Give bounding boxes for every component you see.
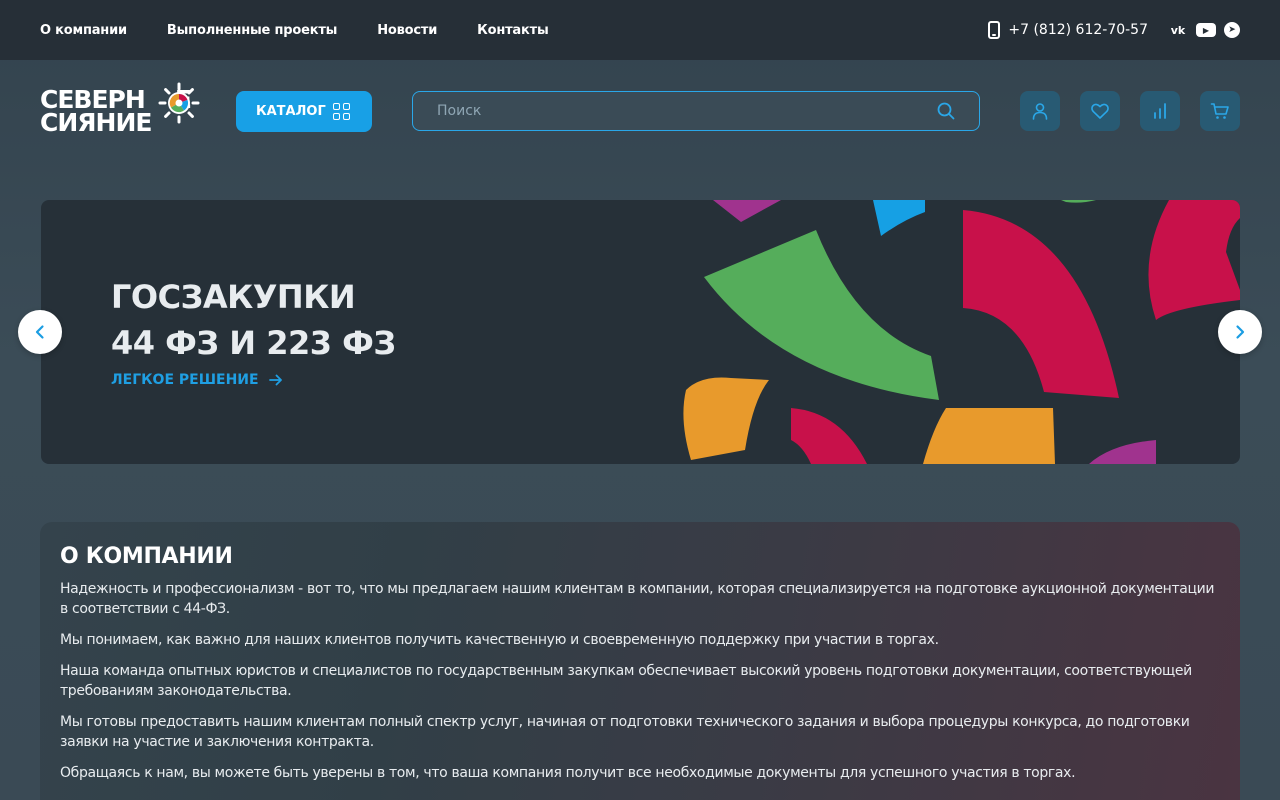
top-nav: О компании Выполненные проекты Новости К… <box>40 23 589 38</box>
banner-cta-label: ЛЕГКОЕ РЕШЕНИЕ <box>111 372 259 388</box>
banner-title-line2: 44 ФЗ И 223 ФЗ <box>111 324 396 362</box>
search-box <box>412 91 980 131</box>
about-paragraph: Обращаясь к нам, вы можете быть уверены … <box>60 765 1076 781</box>
shape-red-small <box>791 408 867 464</box>
chevron-right-icon <box>1236 325 1245 339</box>
banner-cta-link[interactable]: ЛЕГКОЕ РЕШЕНИЕ <box>111 372 283 388</box>
about-paragraph: Надежность и профессионализм - вот то, ч… <box>60 581 1215 617</box>
phone-number: +7 (812) 612-70-57 <box>1008 22 1148 38</box>
shape-orange-small <box>683 377 769 460</box>
about-section: О КОМПАНИИ Надежность и профессионализм … <box>40 522 1240 800</box>
search-icon[interactable] <box>937 102 955 120</box>
shape-green-large <box>704 230 939 400</box>
slider-prev-button[interactable] <box>18 310 62 354</box>
user-icon <box>1032 103 1048 120</box>
logo[interactable]: СЕВЕРНЕ СИЯНИЕ <box>40 78 200 144</box>
nav-link-contacts[interactable]: Контакты <box>477 23 549 38</box>
shape-red-right <box>1148 200 1240 320</box>
account-button[interactable] <box>1020 91 1060 131</box>
hero-banner[interactable]: ГОСЗАКУПКИ 44 ФЗ И 223 ФЗ ЛЕГКОЕ РЕШЕНИЕ <box>41 200 1240 464</box>
shape-green-top <box>1061 200 1096 203</box>
banner-title: ГОСЗАКУПКИ 44 ФЗ И 223 ФЗ <box>111 274 396 366</box>
favorites-button[interactable] <box>1080 91 1120 131</box>
banner-title-line1: ГОСЗАКУПКИ <box>111 278 356 316</box>
shape-red-large <box>963 210 1119 398</box>
slider-next-button[interactable] <box>1218 310 1262 354</box>
compare-icon <box>1154 103 1166 119</box>
shape-orange-bottom <box>923 408 1055 464</box>
shape-blue-top <box>873 200 925 236</box>
cart-icon <box>1210 103 1229 119</box>
vk-icon[interactable]: vk <box>1168 22 1188 38</box>
shape-purple-bottom <box>1089 440 1156 464</box>
catalog-button[interactable]: КАТАЛОГ <box>236 91 372 132</box>
nav-link-news[interactable]: Новости <box>377 23 437 38</box>
phone-link[interactable]: +7 (812) 612-70-57 <box>988 21 1148 39</box>
header-actions <box>1020 91 1240 131</box>
telegram-icon[interactable]: ➤ <box>1224 22 1240 38</box>
heart-icon <box>1091 103 1109 119</box>
phone-icon <box>988 21 1001 39</box>
about-paragraph: Наша команда опытных юристов и специалис… <box>60 663 1192 699</box>
catalog-label: КАТАЛОГ <box>256 104 326 119</box>
cart-button[interactable] <box>1200 91 1240 131</box>
compare-button[interactable] <box>1140 91 1180 131</box>
nav-link-projects[interactable]: Выполненные проекты <box>167 23 338 38</box>
logo-sun-icon <box>158 82 200 124</box>
social-links: vk ▶ ➤ <box>1168 22 1240 38</box>
about-paragraph: Мы готовы предоставить нашим клиентам по… <box>60 714 1190 750</box>
chevron-left-icon <box>35 325 44 339</box>
arrow-right-icon <box>268 374 282 386</box>
nav-link-about[interactable]: О компании <box>40 23 127 38</box>
about-paragraph: Мы понимаем, как важно для наших клиенто… <box>60 632 939 648</box>
youtube-icon[interactable]: ▶ <box>1196 23 1216 37</box>
shape-purple-top <box>713 200 781 222</box>
header: СЕВЕРНЕ СИЯНИЕ КАТАЛОГ <box>40 78 1240 144</box>
about-title: О КОМПАНИИ <box>60 544 233 569</box>
grid-icon <box>333 103 350 120</box>
top-bar: О компании Выполненные проекты Новости К… <box>0 0 1280 60</box>
top-right: +7 (812) 612-70-57 vk ▶ ➤ <box>988 21 1240 39</box>
search-input[interactable] <box>413 92 979 130</box>
